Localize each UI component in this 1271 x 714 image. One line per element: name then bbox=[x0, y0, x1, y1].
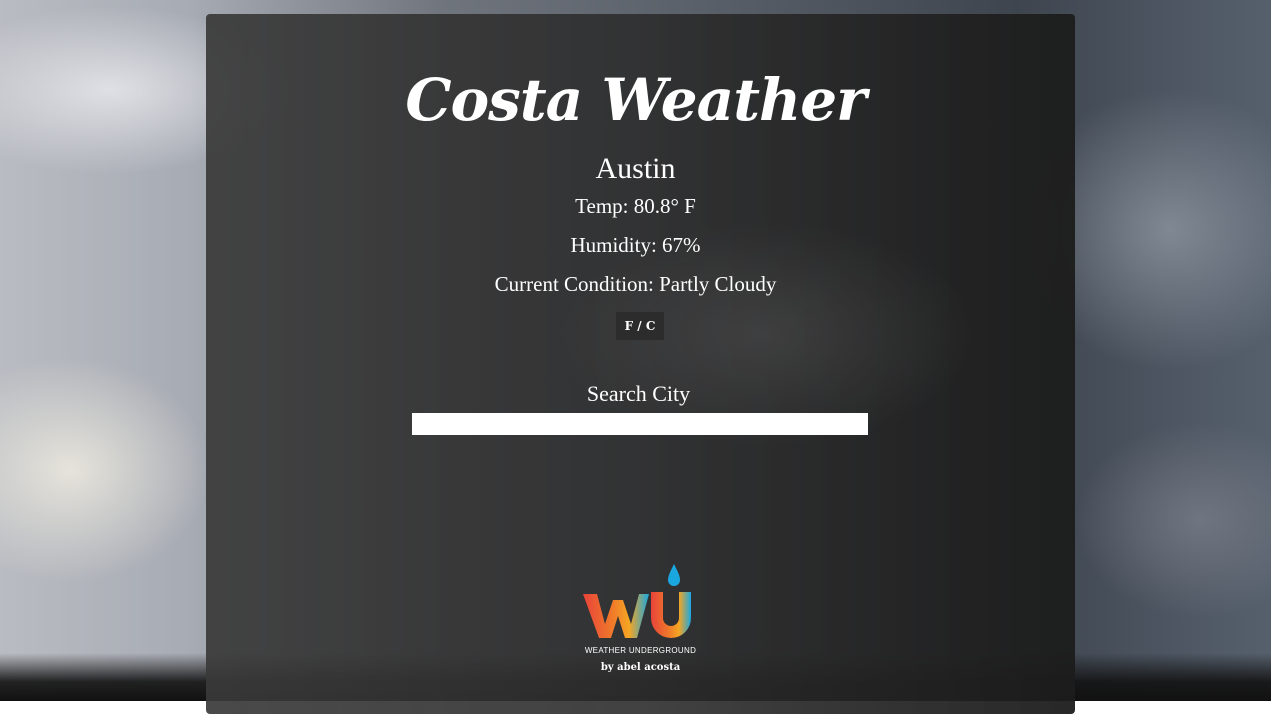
weather-underground-logo-icon bbox=[579, 562, 701, 642]
humidity-text: Humidity: 67% bbox=[0, 233, 1271, 258]
temperature-text: Temp: 80.8° F bbox=[0, 194, 1271, 219]
search-city-input[interactable] bbox=[412, 413, 868, 435]
byline-text: by abel acosta bbox=[0, 662, 1271, 673]
unit-toggle-button[interactable]: F / C bbox=[616, 312, 664, 340]
weather-underground-logo[interactable] bbox=[579, 562, 701, 642]
city-name: Austin bbox=[0, 152, 1271, 186]
condition-text: Current Condition: Partly Cloudy bbox=[0, 272, 1271, 297]
weather-underground-caption: WEATHER UNDERGROUND bbox=[0, 646, 1271, 655]
app-title: Costa Weather bbox=[0, 66, 1271, 134]
search-city-label: Search City bbox=[0, 381, 1271, 407]
